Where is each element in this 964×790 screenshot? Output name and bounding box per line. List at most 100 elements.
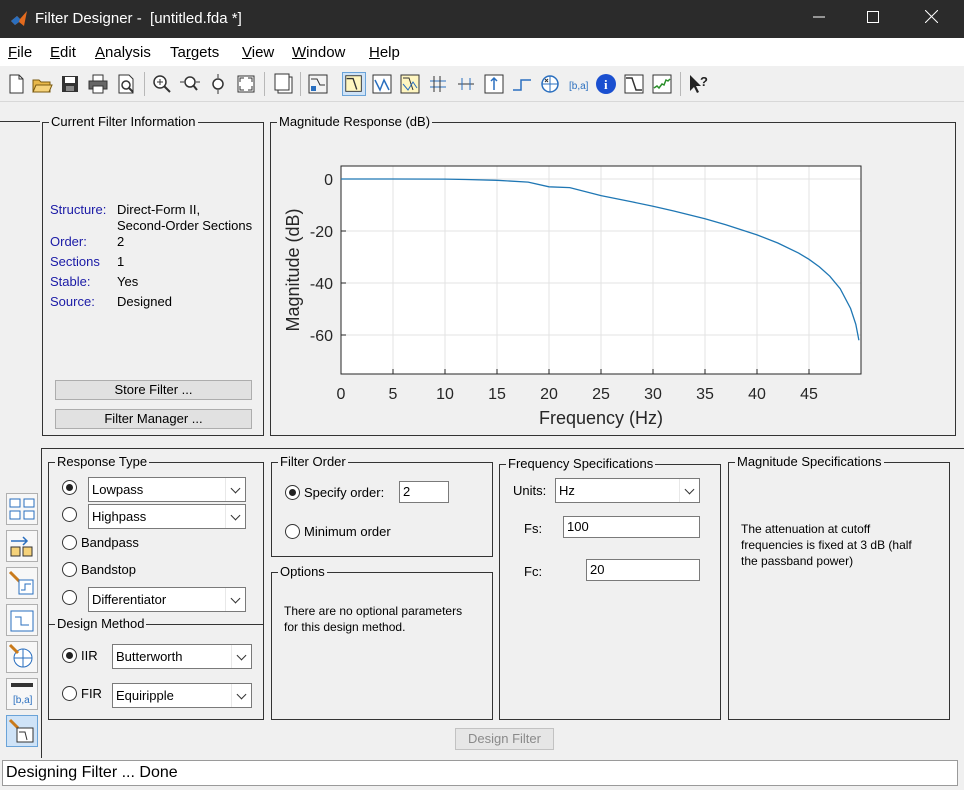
toolbar-separator xyxy=(264,72,265,96)
matlab-logo-icon xyxy=(11,11,27,26)
frequency-specs-legend: Frequency Specifications xyxy=(506,456,656,471)
y-tick-label: -60 xyxy=(310,328,333,345)
bandstop-radio[interactable] xyxy=(62,562,77,577)
options-panel: Options There are no optional parameters… xyxy=(271,564,493,720)
fs-input[interactable]: 100 xyxy=(563,516,700,538)
new-icon[interactable] xyxy=(4,72,28,96)
close-button[interactable] xyxy=(904,0,958,38)
iir-radio[interactable] xyxy=(62,648,77,663)
maximize-button[interactable] xyxy=(846,0,900,38)
fir-method-select[interactable]: Equiripple xyxy=(112,683,252,708)
new-figure-icon[interactable] xyxy=(272,72,296,96)
menu-targets[interactable]: Targets xyxy=(170,44,219,61)
menu-analysis[interactable]: Analysis xyxy=(95,44,151,61)
current-filter-panel: Current Filter Information Structure: Di… xyxy=(42,114,264,436)
minimum-order-radio[interactable] xyxy=(285,524,300,539)
pole-zero-icon[interactable] xyxy=(538,72,562,96)
magnitude-response-icon[interactable] xyxy=(342,72,366,96)
title-bar: Filter Designer - [untitled.fda *] xyxy=(0,0,964,38)
design-filter-button[interactable]: Design Filter xyxy=(455,728,554,750)
chevron-down-icon xyxy=(225,478,245,501)
open-icon[interactable] xyxy=(30,72,54,96)
y-axis-label: Magnitude (dB) xyxy=(283,208,303,331)
magnitude-specs-text-3: the passband power) xyxy=(741,554,854,568)
source-label: Source: xyxy=(50,294,95,309)
maximize-icon xyxy=(867,11,879,23)
differentiator-radio[interactable] xyxy=(62,590,77,605)
frequency-specs-panel: Frequency Specifications Units: Hz Fs: 1… xyxy=(499,456,721,720)
units-select[interactable]: Hz xyxy=(555,478,700,503)
magnitude-estimate-icon[interactable] xyxy=(622,72,646,96)
filter-order-legend: Filter Order xyxy=(278,454,348,469)
toolbar-separator xyxy=(300,72,301,96)
specify-order-radio[interactable] xyxy=(285,485,300,500)
menu-edit[interactable]: Edit xyxy=(50,44,76,61)
toolbar: [b,a] i ? xyxy=(0,66,964,102)
minimize-icon xyxy=(813,16,825,18)
group-delay-icon[interactable] xyxy=(426,72,450,96)
phase-delay-icon[interactable] xyxy=(454,72,478,96)
print-preview-icon[interactable] xyxy=(114,72,138,96)
realize-model-icon[interactable] xyxy=(6,641,38,673)
chevron-down-icon xyxy=(679,479,699,502)
svg-text:[b,a]: [b,a] xyxy=(13,695,33,706)
round-off-noise-icon[interactable] xyxy=(650,72,674,96)
coefficients-icon[interactable]: [b,a] xyxy=(566,72,590,96)
minimum-order-label: Minimum order xyxy=(304,524,391,539)
lowpass-radio[interactable] xyxy=(62,480,77,495)
bandpass-radio[interactable] xyxy=(62,535,77,550)
iir-method-select[interactable]: Butterworth xyxy=(112,644,252,669)
magnitude-response-chart[interactable]: 0 5 10 15 20 25 30 35 40 45 0 -20 -40 -60 Frequency (H… xyxy=(271,123,955,435)
y-tick-label: 0 xyxy=(324,172,333,189)
impulse-response-icon[interactable] xyxy=(482,72,506,96)
sections-value: 1 xyxy=(117,254,125,269)
x-tick-label: 0 xyxy=(337,386,346,403)
frame-line xyxy=(42,448,964,449)
zoom-x-icon[interactable] xyxy=(178,72,202,96)
chevron-down-icon xyxy=(231,684,251,707)
differentiator-select[interactable]: Differentiator xyxy=(88,587,246,612)
menu-help[interactable]: Help xyxy=(369,44,400,61)
window-title: Filter Designer - [untitled.fda *] xyxy=(35,10,242,27)
zoom-y-icon[interactable] xyxy=(206,72,230,96)
import-filter-icon[interactable] xyxy=(6,567,38,599)
highpass-radio[interactable] xyxy=(62,507,77,522)
highpass-select[interactable]: Highpass xyxy=(88,504,246,529)
save-icon[interactable] xyxy=(58,72,82,96)
phase-response-icon[interactable] xyxy=(370,72,394,96)
svg-text:[b,a]: [b,a] xyxy=(569,81,589,92)
fc-input[interactable]: 20 xyxy=(586,559,700,581)
whats-this-icon[interactable]: ? xyxy=(686,72,710,96)
design-filter-icon[interactable] xyxy=(6,715,38,747)
units-value: Hz xyxy=(559,483,575,498)
menu-file[interactable]: File xyxy=(8,44,32,61)
x-tick-label: 30 xyxy=(644,386,662,403)
pole-zero-editor-icon[interactable] xyxy=(6,604,38,636)
full-view-icon[interactable] xyxy=(234,72,258,96)
options-text-1: There are no optional parameters xyxy=(284,604,463,618)
store-filter-button[interactable]: Store Filter ... xyxy=(55,380,252,400)
filter-spec-icon[interactable] xyxy=(306,72,330,96)
filter-info-icon[interactable]: i xyxy=(594,72,618,96)
lowpass-select[interactable]: Lowpass xyxy=(88,477,246,502)
print-icon[interactable] xyxy=(86,72,110,96)
response-type-legend: Response Type xyxy=(55,454,150,469)
y-tick-label: -40 xyxy=(310,276,333,293)
transform-filter-icon[interactable] xyxy=(6,493,38,525)
multirate-icon[interactable]: [b,a] xyxy=(6,678,38,710)
minimize-button[interactable] xyxy=(792,0,846,38)
convert-structure-icon[interactable] xyxy=(6,530,38,562)
step-response-icon[interactable] xyxy=(510,72,534,96)
menu-window[interactable]: Window xyxy=(292,44,345,61)
zoom-in-icon[interactable] xyxy=(150,72,174,96)
magnitude-response-panel: Magnitude Response (dB) 0 5 10 15 20 25 30 35 40… xyxy=(270,114,956,436)
fir-label: FIR xyxy=(81,686,102,701)
order-input[interactable]: 2 xyxy=(399,481,449,503)
response-type-panel: Response Type Lowpass Highpass Bandpass … xyxy=(48,454,264,630)
menu-view[interactable]: View xyxy=(242,44,274,61)
filter-manager-button[interactable]: Filter Manager ... xyxy=(55,409,252,429)
current-filter-legend: Current Filter Information xyxy=(49,114,198,129)
magnitude-phase-icon[interactable] xyxy=(398,72,422,96)
structure-value: Direct-Form II, xyxy=(117,202,201,217)
fir-radio[interactable] xyxy=(62,686,77,701)
